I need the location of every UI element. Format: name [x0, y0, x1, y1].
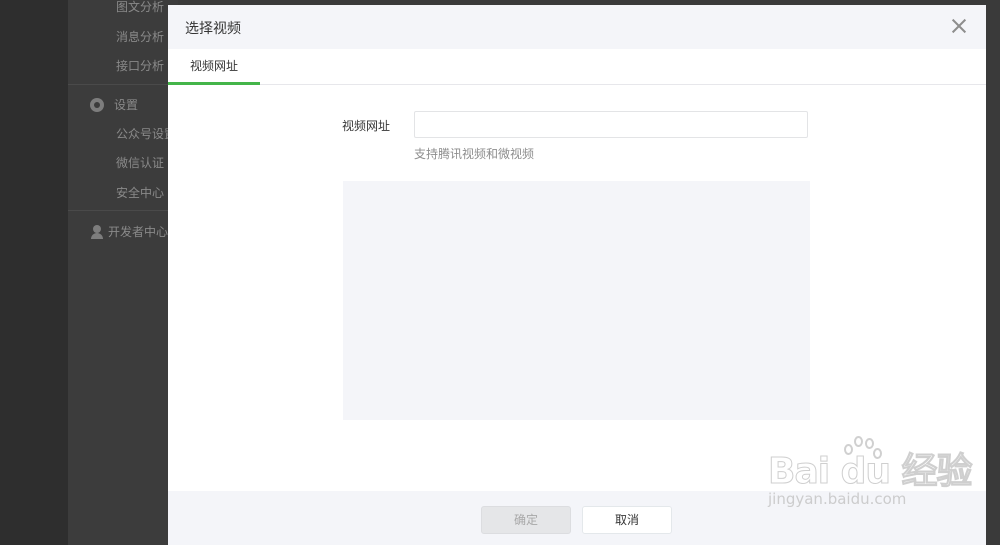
close-icon[interactable]: [948, 15, 970, 37]
background-left-panel: [0, 0, 68, 545]
dialog-header: 选择视频: [168, 5, 986, 49]
sidebar-item-account-settings: 公众号设置: [116, 127, 168, 141]
dialog-tabs: 视频网址: [168, 49, 986, 85]
video-url-tip: 支持腾讯视频和微视频: [414, 147, 535, 161]
sidebar-item-article-analysis: 图文分析: [116, 0, 165, 14]
background-sidebar: [68, 0, 178, 545]
sidebar-group-developer: 开发者中心: [90, 223, 168, 240]
confirm-button[interactable]: 确定: [481, 506, 571, 534]
person-icon: [90, 224, 103, 239]
watermark-logo: Bai du 经验: [768, 451, 974, 492]
video-url-input[interactable]: [414, 111, 808, 138]
sidebar-item-api-analysis: 接口分析: [116, 59, 165, 73]
baidu-jingyan-watermark: Bai du 经验 jingyan.baidu.com: [768, 451, 974, 508]
video-preview-area: [343, 181, 810, 420]
sidebar-item-message-analysis: 消息分析: [116, 30, 165, 44]
video-url-label: 视频网址: [342, 119, 391, 133]
tab-video-url[interactable]: 视频网址: [168, 49, 260, 85]
sidebar-group-developer-label: 开发者中心: [107, 225, 168, 239]
sidebar-group-settings-label: 设置: [114, 98, 139, 112]
sidebar-item-security-center: 安全中心: [116, 186, 165, 200]
gear-icon: [90, 97, 104, 112]
sidebar-divider: [68, 210, 178, 211]
sidebar-divider: [68, 84, 178, 85]
sidebar-group-settings: 设置: [90, 96, 168, 113]
sidebar-item-wechat-verify: 微信认证: [116, 156, 165, 170]
dialog-title: 选择视频: [185, 21, 241, 37]
cancel-button[interactable]: 取消: [582, 506, 672, 534]
watermark-url: jingyan.baidu.com: [768, 490, 907, 508]
